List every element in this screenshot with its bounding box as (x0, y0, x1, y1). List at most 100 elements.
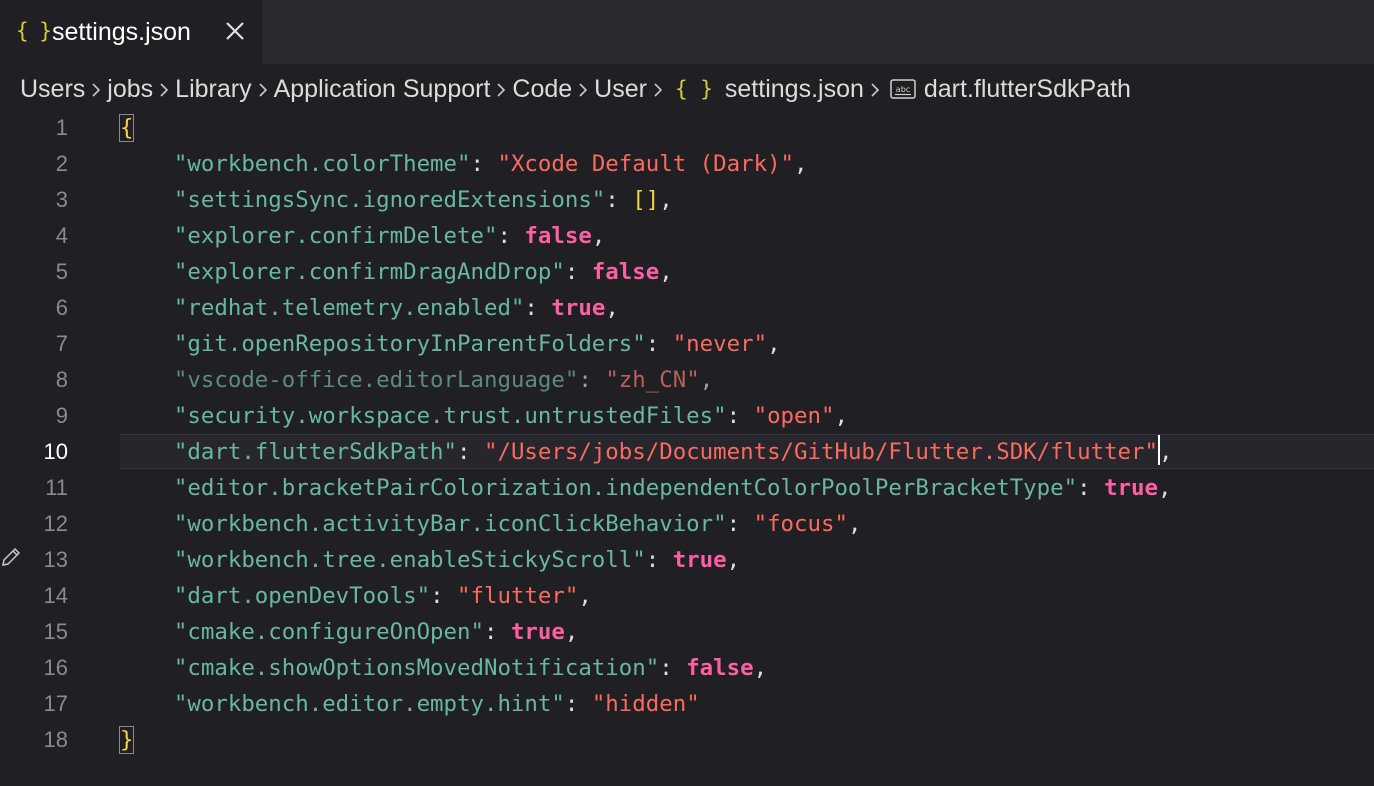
line-number: 12 (43, 511, 68, 536)
line-number: 18 (43, 727, 68, 752)
code-line[interactable]: 3 "settingsSync.ignoredExtensions": [], (0, 182, 1374, 218)
tab-label: settings.json (52, 18, 191, 46)
line-number: 17 (43, 691, 68, 716)
code-line[interactable]: 10 "dart.flutterSdkPath": "/Users/jobs/D… (0, 434, 1374, 470)
comma: , (767, 331, 781, 357)
comma: , (564, 619, 579, 645)
open-brace: { (118, 114, 135, 142)
json-value: "open" (753, 403, 835, 429)
code-line[interactable]: 13 "workbench.tree.enableStickyScroll": … (0, 542, 1374, 578)
code-line[interactable]: 16 "cmake.showOptionsMovedNotification":… (0, 650, 1374, 686)
json-key: "vscode-office.editorLanguage" (173, 367, 579, 393)
code-content: "editor.bracketPairColorization.independ… (120, 470, 1172, 506)
code-content: "security.workspace.trust.untrustedFiles… (120, 398, 848, 434)
code-line[interactable]: 18} (0, 722, 1374, 758)
breadcrumb-item-jobs[interactable]: jobs (107, 75, 153, 104)
json-value: "zh_CN" (605, 367, 700, 393)
code-content: "git.openRepositoryInParentFolders": "ne… (120, 326, 781, 362)
svg-text:abc: abc (896, 85, 910, 94)
json-key: "dart.flutterSdkPath" (173, 439, 458, 465)
breadcrumb-item-application-support[interactable]: Application Support (274, 75, 491, 104)
code-line[interactable]: 5 "explorer.confirmDragAndDrop": false, (0, 254, 1374, 290)
json-value: "focus" (753, 511, 848, 537)
comma: , (794, 151, 808, 177)
breadcrumb-item-users[interactable]: Users (20, 75, 85, 104)
code-line[interactable]: 11 "editor.bracketPairColorization.indep… (0, 470, 1374, 506)
code-content: "dart.openDevTools": "flutter", (120, 578, 592, 614)
code-editor[interactable]: 1{2 "workbench.colorTheme": "Xcode Defau… (0, 110, 1374, 786)
breadcrumb-item-code[interactable]: Code (512, 75, 572, 104)
chevron-right-icon (252, 75, 274, 104)
code-content: { (118, 110, 135, 146)
line-number: 11 (45, 475, 68, 500)
json-value: false (686, 655, 754, 681)
colon: : (470, 151, 498, 177)
comma: , (726, 547, 741, 573)
colon: : (605, 187, 633, 213)
code-content: "explorer.confirmDragAndDrop": false, (120, 254, 673, 290)
code-content: "explorer.confirmDelete": false, (120, 218, 605, 254)
breadcrumb-item-user[interactable]: User (594, 75, 647, 104)
colon: : (726, 403, 754, 429)
line-number: 15 (43, 619, 68, 644)
code-content: } (118, 722, 135, 758)
comma: , (659, 187, 673, 213)
code-line[interactable]: 4 "explorer.confirmDelete": false, (0, 218, 1374, 254)
code-content: "settingsSync.ignoredExtensions": [], (120, 182, 673, 218)
json-key: "cmake.showOptionsMovedNotification" (173, 655, 660, 681)
code-line[interactable]: 15 "cmake.configureOnOpen": true, (0, 614, 1374, 650)
code-content: "workbench.editor.empty.hint": "hidden" (120, 686, 700, 722)
comma: , (578, 583, 592, 609)
line-number: 8 (55, 367, 68, 392)
close-icon[interactable] (222, 18, 248, 44)
code-line[interactable]: 6 "redhat.telemetry.enabled": true, (0, 290, 1374, 326)
close-brace: } (118, 726, 135, 754)
chevron-right-icon (647, 75, 669, 104)
chevron-right-icon (864, 75, 886, 104)
json-key: "editor.bracketPairColorization.independ… (173, 475, 1078, 501)
json-key: "workbench.activityBar.iconClickBehavior… (173, 511, 727, 537)
code-line[interactable]: 7 "git.openRepositoryInParentFolders": "… (0, 326, 1374, 362)
colon: : (497, 223, 525, 249)
code-line[interactable]: 12 "workbench.activityBar.iconClickBehav… (0, 506, 1374, 542)
breadcrumb-item-library[interactable]: Library (175, 75, 251, 104)
chevron-right-icon (85, 75, 107, 104)
code-line[interactable]: 17 "workbench.editor.empty.hint": "hidde… (0, 686, 1374, 722)
colon: : (483, 619, 511, 645)
colon: : (457, 439, 484, 465)
code-line[interactable]: 9 "security.workspace.trust.untrustedFil… (0, 398, 1374, 434)
json-key: "workbench.colorTheme" (173, 151, 471, 177)
colon: : (659, 655, 687, 681)
breadcrumb-item-dart-fluttersdkpath[interactable]: abc dart.flutterSdkPath (886, 75, 1131, 104)
code-line[interactable]: 14 "dart.openDevTools": "flutter", (0, 578, 1374, 614)
tab-settings-json[interactable]: { } settings.json (0, 0, 262, 64)
code-line[interactable]: 8 "vscode-office.editorLanguage": "zh_CN… (0, 362, 1374, 398)
chevron-right-icon (490, 75, 512, 104)
breadcrumb-item-settings-json[interactable]: { } settings.json (669, 75, 864, 104)
json-key: "workbench.editor.empty.hint" (173, 691, 565, 717)
line-number: 3 (55, 187, 68, 212)
breadcrumb: Users jobs Library Application Support C… (20, 72, 1131, 106)
json-value: "flutter" (457, 583, 579, 609)
line-number: 16 (43, 655, 68, 680)
code-content: "cmake.configureOnOpen": true, (120, 614, 578, 650)
json-value: [] (632, 187, 660, 213)
json-value: "/Users/jobs/Documents/GitHub/Flutter.SD… (483, 439, 1158, 465)
string-symbol-icon: abc (890, 79, 916, 99)
line-number: 4 (55, 223, 68, 248)
colon: : (1077, 475, 1105, 501)
line-number: 9 (55, 403, 68, 428)
json-value: "never" (672, 331, 768, 357)
comma: , (605, 295, 619, 321)
line-number: 10 (43, 439, 68, 464)
json-value: false (524, 223, 592, 249)
code-content: "workbench.tree.enableStickyScroll": tru… (120, 542, 740, 578)
chevron-right-icon (153, 75, 175, 104)
colon: : (578, 367, 606, 393)
code-line[interactable]: 2 "workbench.colorTheme": "Xcode Default… (0, 146, 1374, 182)
json-value: true (510, 619, 565, 645)
json-value: true (551, 295, 606, 321)
colon: : (645, 331, 673, 357)
code-content: "redhat.telemetry.enabled": true, (120, 290, 619, 326)
code-line[interactable]: 1{ (0, 110, 1374, 146)
